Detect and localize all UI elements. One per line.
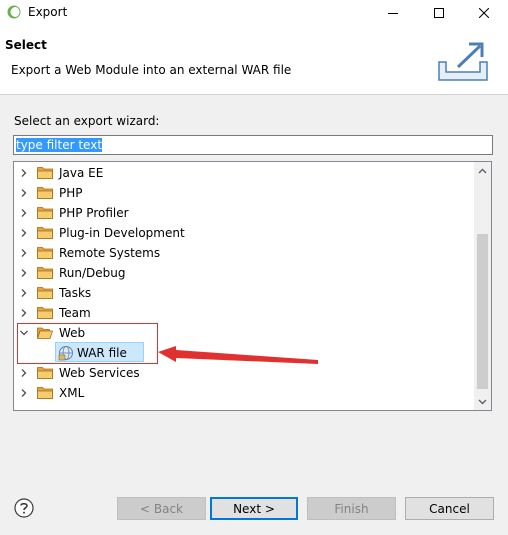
cancel-button[interactable]: Cancel xyxy=(405,497,494,520)
chevron-right-icon[interactable] xyxy=(19,388,29,398)
tree-item-plug-in-development[interactable]: Plug-in Development xyxy=(14,223,474,243)
tree-item-run-debug[interactable]: Run/Debug xyxy=(14,263,474,283)
chevron-right-icon[interactable] xyxy=(19,368,29,378)
tree-item-label: Plug-in Development xyxy=(59,226,185,240)
folder-icon xyxy=(37,387,53,399)
folder-icon xyxy=(37,187,53,199)
tree-item-label: Tasks xyxy=(59,286,92,300)
export-banner-icon xyxy=(438,42,488,81)
tree-item-web-services[interactable]: Web Services xyxy=(14,363,474,383)
chevron-right-icon[interactable] xyxy=(19,308,29,318)
folder-icon xyxy=(37,207,53,219)
help-icon[interactable] xyxy=(14,498,34,518)
tree-item-xml[interactable]: XML xyxy=(14,383,474,403)
tree-item-label: Web Services xyxy=(59,366,140,380)
tree-item-label: Web xyxy=(59,326,86,340)
folder-icon xyxy=(37,167,53,179)
tree-item-label: Remote Systems xyxy=(59,246,161,260)
tree-item-label: Java EE xyxy=(59,166,104,180)
wizard-list-label: Select an export wizard: xyxy=(14,114,160,128)
chevron-right-icon[interactable] xyxy=(19,188,29,198)
scroll-down-button[interactable] xyxy=(474,393,491,410)
scroll-up-button[interactable] xyxy=(474,162,491,179)
chevron-right-icon[interactable] xyxy=(19,268,29,278)
title-bar: Export xyxy=(0,0,508,25)
folder-icon xyxy=(37,367,53,379)
tree-item-label: PHP Profiler xyxy=(59,206,129,220)
close-icon xyxy=(479,7,489,18)
maximize-button[interactable] xyxy=(417,0,461,25)
window-title: Export xyxy=(28,5,68,19)
chevron-right-icon[interactable] xyxy=(19,248,29,258)
close-button[interactable] xyxy=(462,0,506,25)
chevron-down-icon xyxy=(478,399,487,404)
page-description: Export a Web Module into an external WAR… xyxy=(11,63,292,77)
folder-icon xyxy=(37,267,53,279)
tree-item-tasks[interactable]: Tasks xyxy=(14,283,474,303)
filter-input[interactable]: type filter text xyxy=(13,135,493,155)
tree-item-web[interactable]: Web xyxy=(14,323,474,343)
tree-item-remote-systems[interactable]: Remote Systems xyxy=(14,243,474,263)
tree-item-php[interactable]: PHP xyxy=(14,183,474,203)
folder-icon xyxy=(37,287,53,299)
scrollbar-thumb[interactable] xyxy=(477,234,488,389)
tree-item-php-profiler[interactable]: PHP Profiler xyxy=(14,203,474,223)
tree-item-java-ee[interactable]: Java EE xyxy=(14,163,474,183)
wizard-tree[interactable]: Java EE PHP PHP Profiler Plug-in Developmen… xyxy=(13,161,492,411)
wizard-header: Select Export a Web Module into an exter… xyxy=(0,25,508,95)
chevron-right-icon[interactable] xyxy=(19,168,29,178)
tree-item-label: Run/Debug xyxy=(59,266,126,280)
tree-item-label: WAR file xyxy=(77,346,127,360)
minimize-icon xyxy=(388,12,398,14)
chevron-right-icon[interactable] xyxy=(19,208,29,218)
chevron-right-icon[interactable] xyxy=(19,228,29,238)
folder-icon xyxy=(37,247,53,259)
chevron-right-icon[interactable] xyxy=(19,288,29,298)
minimize-button[interactable] xyxy=(371,0,415,25)
page-title: Select xyxy=(5,38,47,52)
filter-input-text: type filter text xyxy=(16,138,103,152)
tree-item-label: PHP xyxy=(59,186,83,200)
folder-icon xyxy=(37,307,53,319)
maximize-icon xyxy=(434,7,444,18)
folder-icon xyxy=(37,227,53,239)
chevron-down-icon[interactable] xyxy=(19,328,29,338)
eclipse-logo-icon xyxy=(7,5,21,19)
folder-open-icon xyxy=(37,327,53,339)
tree-item-label: XML xyxy=(59,386,85,400)
chevron-up-icon xyxy=(478,168,487,173)
back-button[interactable]: < Back xyxy=(117,497,206,520)
next-button[interactable]: Next > xyxy=(210,497,298,520)
tree-item-war-file[interactable]: WAR file xyxy=(14,343,474,363)
tree-item-label: Team xyxy=(59,306,91,320)
finish-button[interactable]: Finish xyxy=(307,497,396,520)
tree-item-team[interactable]: Team xyxy=(14,303,474,323)
tree-scrollbar[interactable] xyxy=(474,162,491,410)
